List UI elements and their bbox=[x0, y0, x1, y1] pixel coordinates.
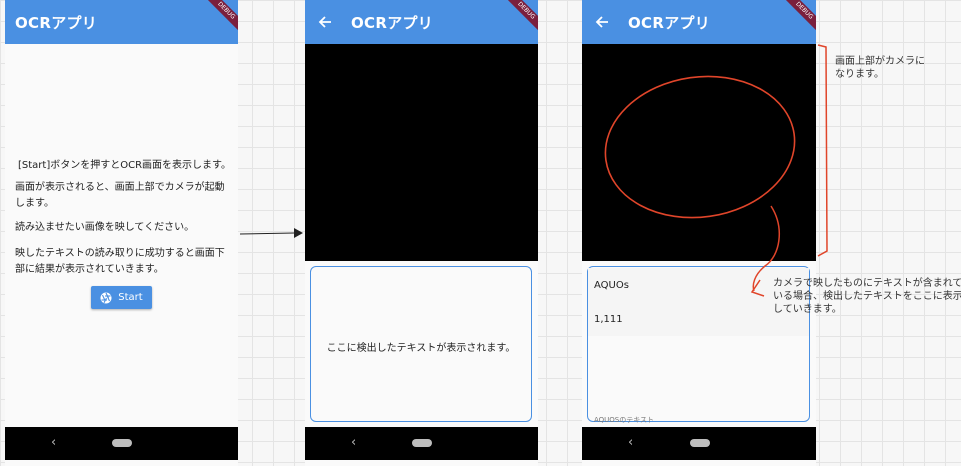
bottom-strip bbox=[305, 460, 538, 466]
start-button[interactable]: Start bbox=[91, 286, 152, 309]
result-placeholder: ここに検出したテキストが表示されます。 bbox=[326, 343, 516, 354]
camera-shutter-icon bbox=[100, 292, 112, 303]
start-button-label: Start bbox=[118, 292, 143, 303]
camera-preview bbox=[582, 44, 816, 261]
camera-area-note: 画面上部がカメラになります。 bbox=[835, 56, 925, 80]
nav-back-icon[interactable]: ‹ bbox=[628, 435, 633, 450]
phone-screen-ocr-empty: OCRアプリ DEBUG ここに検出したテキストが表示されます。 ‹ bbox=[305, 0, 538, 466]
app-bar: OCRアプリ bbox=[582, 0, 816, 44]
nav-home-pill-icon[interactable] bbox=[690, 439, 710, 447]
camera-area-bracket bbox=[817, 44, 828, 257]
nav-back-icon[interactable]: ‹ bbox=[351, 435, 356, 450]
app-bar: OCRアプリ bbox=[5, 0, 238, 44]
phone-screen-start: OCRアプリ DEBUG [Start]ボタンを押すとOCR画面を表示します。 … bbox=[5, 0, 238, 466]
back-arrow-icon[interactable] bbox=[594, 14, 610, 30]
app-title: OCRアプリ bbox=[15, 13, 98, 32]
result-area-note: カメラで映したものにテキストが含まれている場合、検出したテキストをここに表示して… bbox=[773, 278, 961, 315]
instruction-line-1: [Start]ボタンを押すとOCR画面を表示します。 bbox=[18, 160, 232, 171]
phone-screen-ocr-results: OCRアプリ DEBUG AQUOs 1,111 AQUOSのテキスト ‹ bbox=[582, 0, 816, 466]
instruction-line-3: 読み込ませたい画像を映してください。 bbox=[15, 222, 195, 233]
app-bar: OCRアプリ bbox=[305, 0, 538, 44]
flow-arrow bbox=[239, 228, 303, 238]
result-box: ここに検出したテキストが表示されます。 bbox=[310, 266, 532, 422]
system-nav-bar: ‹ bbox=[582, 427, 816, 460]
bottom-strip bbox=[582, 460, 816, 466]
app-title: OCRアプリ bbox=[628, 13, 711, 32]
nav-back-icon[interactable]: ‹ bbox=[51, 435, 56, 450]
system-nav-bar: ‹ bbox=[305, 427, 538, 460]
system-nav-bar: ‹ bbox=[5, 427, 238, 460]
instruction-line-4: 映したテキストの読み取りに成功すると画面下部に結果が表示されていきます。 bbox=[15, 248, 225, 275]
result-item-cutoff: AQUOSのテキスト bbox=[594, 416, 655, 424]
nav-home-pill-icon[interactable] bbox=[412, 439, 432, 447]
camera-preview bbox=[305, 44, 538, 261]
nav-home-pill-icon[interactable] bbox=[112, 439, 132, 447]
app-title: OCRアプリ bbox=[351, 13, 434, 32]
back-arrow-icon[interactable] bbox=[317, 14, 333, 30]
bottom-strip bbox=[5, 460, 238, 466]
instruction-line-2: 画面が表示されると、画面上部でカメラが起動します。 bbox=[15, 182, 225, 209]
